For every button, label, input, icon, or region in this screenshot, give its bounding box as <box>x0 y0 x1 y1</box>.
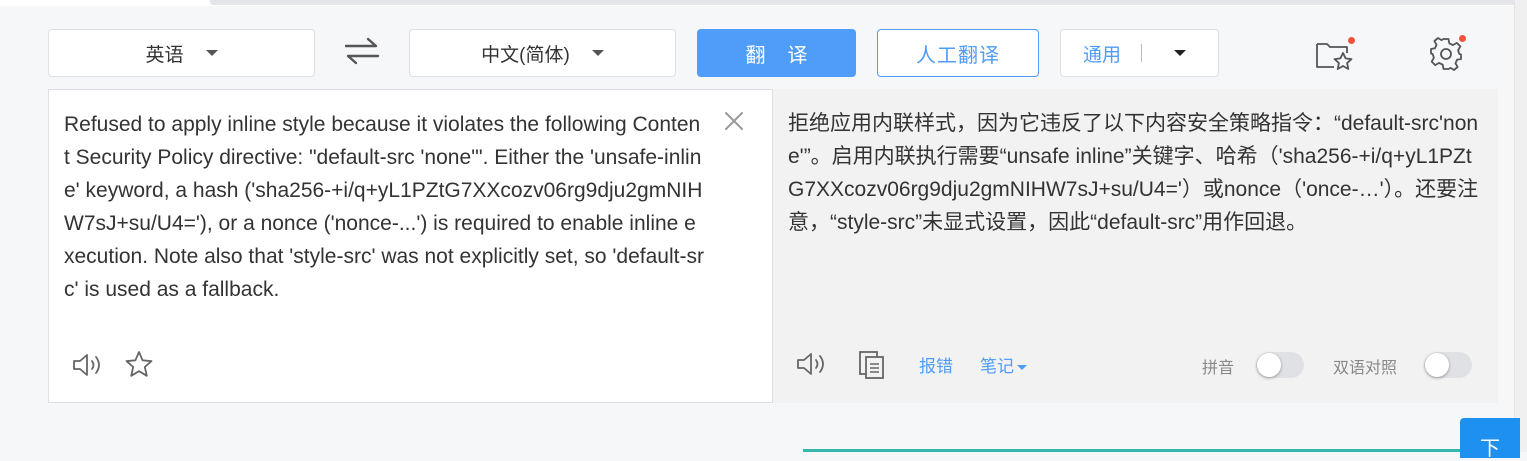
target-language-label: 中文(简体) <box>481 44 570 66</box>
chevron-down-icon <box>591 50 604 56</box>
notes-label: 笔记 <box>980 357 1014 376</box>
top-bar <box>0 0 1527 6</box>
source-panel: Refused to apply inline style because it… <box>48 89 773 403</box>
chevron-down-icon <box>1017 365 1027 371</box>
notes-dropdown[interactable]: 笔记 <box>980 352 1027 377</box>
window-scrollbar[interactable] <box>1514 0 1527 452</box>
toggle-knob <box>1425 353 1449 377</box>
settings-button[interactable] <box>1428 36 1464 72</box>
copy-icon <box>859 351 884 379</box>
settings-notification-dot <box>1459 35 1466 42</box>
translate-button[interactable]: 翻译 <box>697 29 856 77</box>
favorites-notification-dot <box>1348 37 1355 44</box>
toggle-knob <box>1257 353 1281 377</box>
close-icon <box>725 112 743 130</box>
human-translate-button[interactable]: 人工翻译 <box>877 29 1039 77</box>
result-speak-button[interactable] <box>795 349 829 379</box>
domain-select[interactable]: 通用 <box>1060 29 1219 77</box>
copy-result-button[interactable] <box>857 349 887 381</box>
swap-arrows-icon <box>344 37 380 65</box>
source-speak-button[interactable] <box>71 350 105 380</box>
speaker-icon <box>797 353 824 375</box>
source-language-label: 英语 <box>145 44 184 66</box>
swap-languages-button[interactable] <box>343 36 381 66</box>
top-bar-edge <box>210 0 1527 5</box>
pinyin-label: 拼音 <box>1202 360 1235 377</box>
source-text-input[interactable]: Refused to apply inline style because it… <box>64 108 704 306</box>
next-button[interactable]: 下 <box>1460 418 1520 460</box>
divider <box>1141 44 1143 62</box>
bilingual-label: 双语对照 <box>1333 360 1398 377</box>
pinyin-toggle[interactable] <box>1256 352 1304 378</box>
target-language-select[interactable]: 中文(简体) <box>409 29 676 77</box>
star-icon <box>125 351 153 377</box>
domain-label: 通用 <box>1083 44 1122 66</box>
chevron-down-icon <box>205 50 218 56</box>
chevron-down-icon <box>1174 50 1187 56</box>
translation-result-text: 拒绝应用内联样式，因为它违反了以下内容安全策略指令：“default-src'n… <box>788 112 1479 234</box>
source-language-select[interactable]: 英语 <box>48 29 315 77</box>
gear-icon <box>1430 37 1462 71</box>
report-error-link[interactable]: 报错 <box>919 352 953 377</box>
bilingual-toggle[interactable] <box>1424 352 1472 378</box>
speaker-icon <box>73 354 100 376</box>
clear-text-button[interactable] <box>723 110 745 132</box>
source-favorite-button[interactable] <box>123 349 155 381</box>
